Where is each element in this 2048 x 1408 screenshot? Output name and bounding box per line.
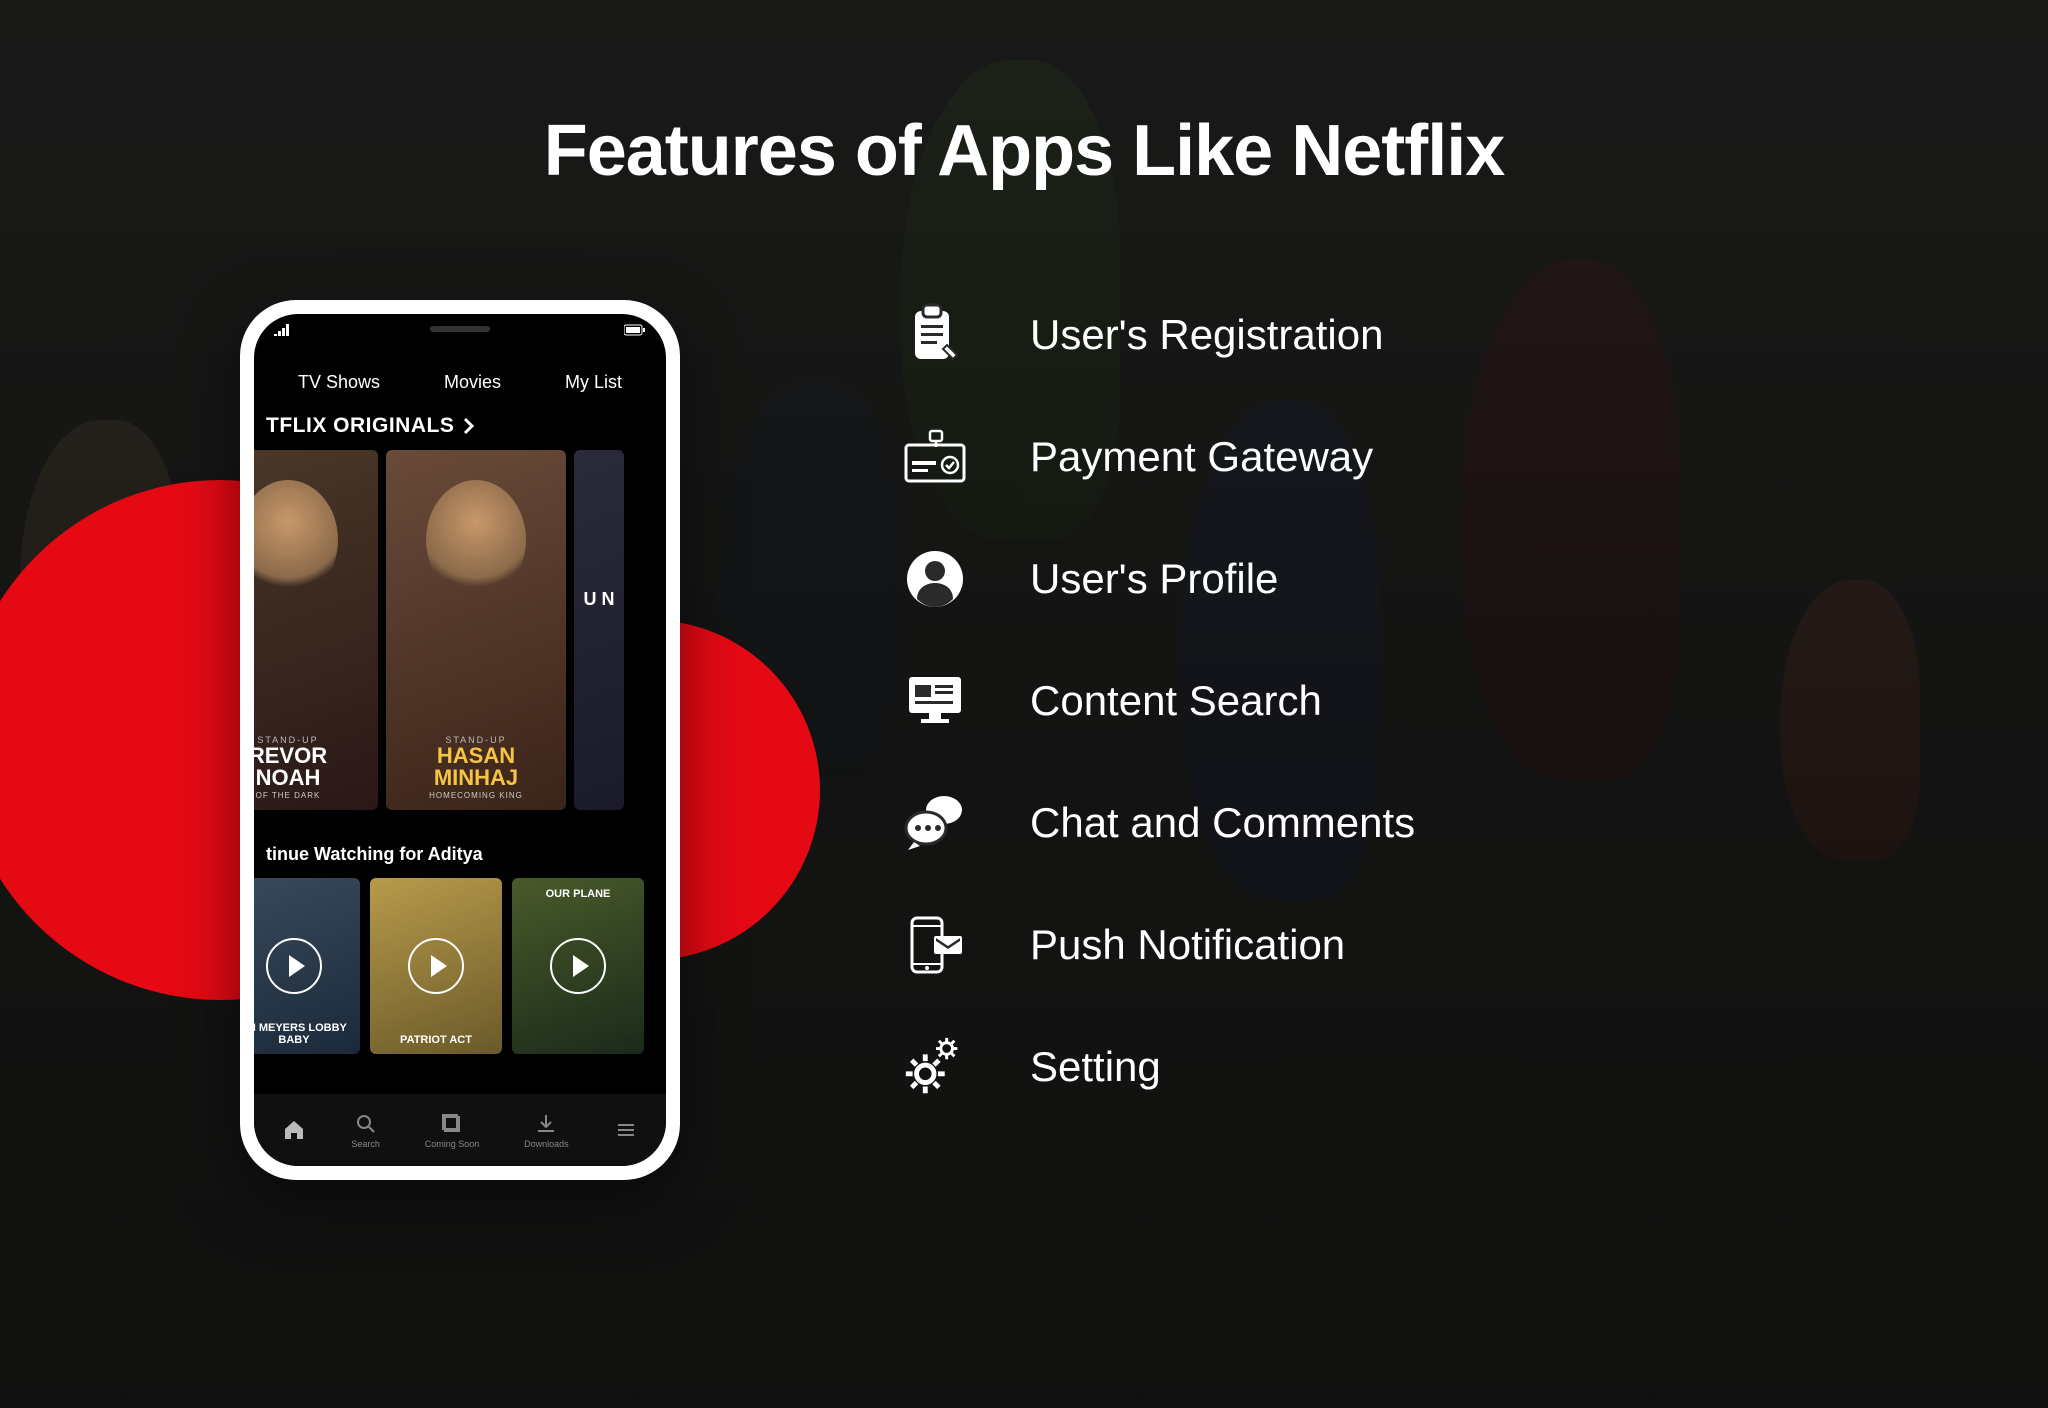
home-icon [282, 1118, 306, 1142]
feature-label: Payment Gateway [1030, 433, 1373, 481]
thumbnail-label: OUR PLANE [518, 888, 638, 900]
features-list: User's Registration Payment Gateway User… [900, 300, 1415, 1102]
poster-card[interactable]: STAND-UP HASAN MINHAJ HOMECOMING KING [386, 450, 566, 810]
gear-icon [900, 1032, 970, 1102]
feature-label: Push Notification [1030, 921, 1345, 969]
feature-profile: User's Profile [900, 544, 1415, 614]
feature-registration: User's Registration [900, 300, 1415, 370]
tab-label: Search [351, 1139, 380, 1149]
thumbnail-label: TH MEYERS LOBBY BABY [254, 1022, 354, 1046]
poster-card[interactable]: STAND-UP REVOR NOAH OF THE DARK [254, 450, 378, 810]
phone-top-nav: TV Shows Movies My List [254, 358, 666, 406]
poster-row[interactable]: STAND-UP REVOR NOAH OF THE DARK STAND-UP… [254, 450, 666, 830]
feature-push: Push Notification [900, 910, 1415, 980]
download-icon [534, 1112, 558, 1136]
coming-soon-icon [440, 1112, 464, 1136]
tab-downloads[interactable]: Downloads [524, 1112, 569, 1149]
tab-coming-soon[interactable]: Coming Soon [425, 1112, 480, 1149]
poster-title: NOAH [254, 767, 370, 789]
content-search-icon [900, 666, 970, 736]
battery-icon [624, 324, 646, 344]
thumbnail-card[interactable]: TH MEYERS LOBBY BABY [254, 878, 360, 1054]
search-icon [354, 1112, 378, 1136]
tab-home[interactable] [282, 1118, 306, 1142]
bottom-tab-bar: Search Coming Soon Downloads [254, 1094, 666, 1166]
chat-icon [900, 788, 970, 858]
tab-label: Downloads [524, 1139, 569, 1149]
thumbnail-label: PATRIOT ACT [376, 1034, 496, 1046]
payment-icon [900, 422, 970, 492]
push-notification-icon [900, 910, 970, 980]
tab-tv-shows[interactable]: TV Shows [298, 372, 380, 393]
play-icon[interactable] [266, 938, 322, 994]
tab-movies[interactable]: Movies [444, 372, 501, 393]
chevron-right-icon [462, 417, 476, 435]
poster-title: MINHAJ [394, 767, 558, 789]
feature-label: User's Profile [1030, 555, 1278, 603]
more-icon [614, 1118, 638, 1142]
page-title: Features of Apps Like Netflix [544, 110, 1505, 192]
tab-search[interactable]: Search [351, 1112, 380, 1149]
feature-label: Chat and Comments [1030, 799, 1415, 847]
play-icon[interactable] [408, 938, 464, 994]
signal-icon [274, 324, 290, 344]
feature-label: User's Registration [1030, 311, 1383, 359]
poster-title: HASAN [394, 745, 558, 767]
profile-icon [900, 544, 970, 614]
feature-label: Content Search [1030, 677, 1322, 725]
tab-more[interactable] [614, 1118, 638, 1142]
poster-card[interactable]: U N [574, 450, 624, 810]
phone-notch [360, 314, 560, 342]
feature-setting: Setting [900, 1032, 1415, 1102]
originals-heading: TFLIX ORIGINALS [266, 414, 476, 438]
feature-content-search: Content Search [900, 666, 1415, 736]
thumbnail-card[interactable]: OUR PLANE [512, 878, 644, 1054]
clipboard-icon [900, 300, 970, 370]
poster-title: U N [582, 590, 616, 608]
feature-label: Setting [1030, 1043, 1161, 1091]
poster-subtitle: OF THE DARK [254, 791, 370, 800]
phone-mockup: TV Shows Movies My List TFLIX ORIGINALS … [240, 300, 680, 1180]
continue-row[interactable]: TH MEYERS LOBBY BABY PATRIOT ACT OUR PLA… [254, 878, 666, 1058]
poster-title: REVOR [254, 745, 370, 767]
thumbnail-card[interactable]: PATRIOT ACT [370, 878, 502, 1054]
tab-label: Coming Soon [425, 1139, 480, 1149]
tab-my-list[interactable]: My List [565, 372, 622, 393]
continue-watching-heading: tinue Watching for Aditya [266, 844, 483, 865]
feature-chat: Chat and Comments [900, 788, 1415, 858]
play-icon[interactable] [550, 938, 606, 994]
originals-label: TFLIX ORIGINALS [266, 414, 454, 438]
feature-payment: Payment Gateway [900, 422, 1415, 492]
poster-subtitle: HOMECOMING KING [394, 791, 558, 800]
